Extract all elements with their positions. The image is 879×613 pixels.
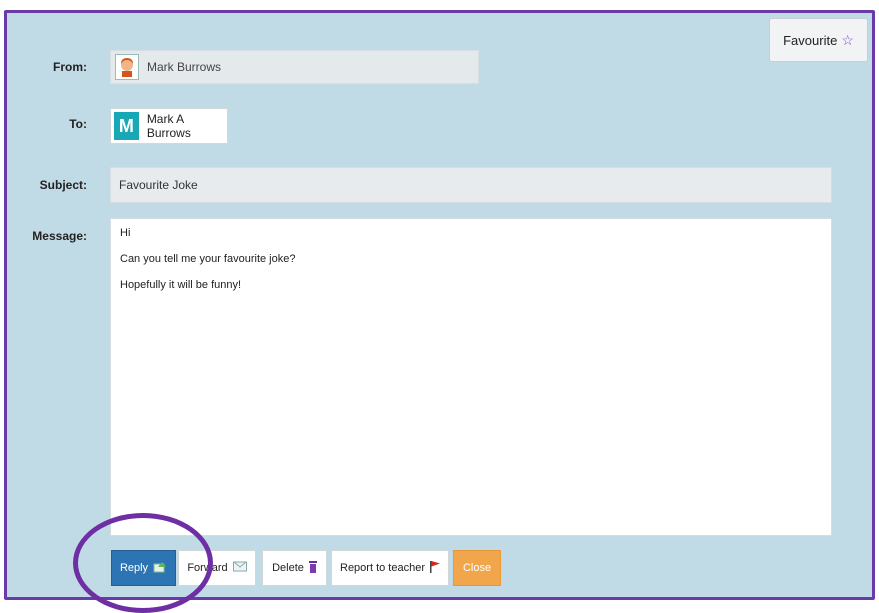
message-label: Message: (32, 229, 87, 243)
flag-icon (430, 560, 440, 576)
reply-label: Reply (119, 562, 149, 574)
from-name: Mark Burrows (147, 60, 222, 74)
reply-button[interactable]: Reply (111, 550, 176, 586)
from-field: Mark Burrows (110, 50, 479, 84)
star-outline-icon: ☆ (841, 31, 854, 48)
favourite-button[interactable]: Favourite ☆ (769, 18, 868, 62)
favourite-label: Favourite (783, 32, 838, 48)
message-line: Hi (120, 227, 131, 239)
forward-icon (232, 561, 247, 575)
message-window: Favourite ☆ From: Mark Burrows To: M Mar… (4, 10, 875, 613)
delete-button[interactable]: Delete (262, 550, 327, 586)
trash-icon (308, 560, 317, 576)
report-label: Report to teacher (340, 562, 425, 574)
subject-field: Favourite Joke (110, 167, 832, 203)
message-body: Hi Can you tell me your favourite joke? … (110, 218, 832, 536)
report-to-teacher-button[interactable]: Report to teacher (331, 550, 449, 586)
to-label: To: (69, 117, 87, 131)
avatar-icon (115, 54, 139, 80)
close-button[interactable]: Close (453, 550, 501, 586)
message-line: Can you tell me your favourite joke? (120, 253, 296, 265)
delete-label: Delete (272, 562, 304, 574)
recipient-initial-badge: M (114, 112, 139, 140)
forward-button[interactable]: Forward (178, 550, 256, 586)
recipient-name: Mark A Burrows (146, 112, 191, 140)
from-label: From: (53, 60, 87, 74)
recipient-chip[interactable]: M Mark A Burrows (110, 108, 228, 144)
message-line: Hopefully it will be funny! (120, 279, 242, 291)
reply-icon (153, 561, 167, 576)
subject-label: Subject: (39, 178, 87, 192)
forward-label: Forward (187, 562, 228, 574)
